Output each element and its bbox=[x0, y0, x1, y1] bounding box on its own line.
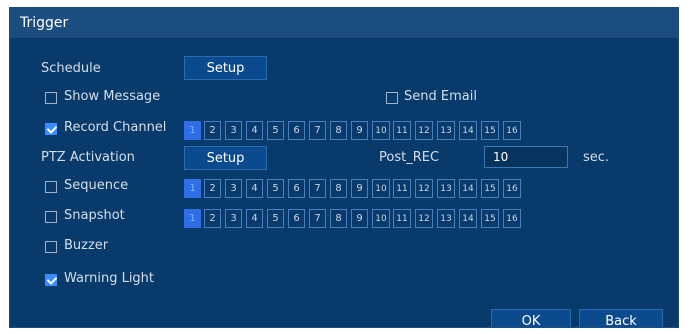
send-email-checkbox[interactable] bbox=[386, 92, 398, 104]
snapshot-channel-14[interactable]: 14 bbox=[459, 209, 477, 228]
trigger-dialog: Trigger Schedule Setup Show Message Send… bbox=[9, 7, 679, 328]
post-rec-unit: sec. bbox=[583, 150, 610, 165]
record-channel-channel-16[interactable]: 16 bbox=[503, 121, 521, 140]
title-bar: Trigger bbox=[10, 8, 678, 39]
snapshot-channel-15[interactable]: 15 bbox=[481, 209, 499, 228]
sequence-channel-9[interactable]: 9 bbox=[351, 179, 368, 198]
buzzer-checkbox[interactable] bbox=[45, 241, 57, 253]
show-message-checkbox[interactable] bbox=[45, 92, 57, 104]
record-channel-channel-12[interactable]: 12 bbox=[415, 121, 433, 140]
buzzer-label: Buzzer bbox=[64, 238, 109, 253]
back-button[interactable]: Back bbox=[579, 309, 663, 327]
schedule-label: Schedule bbox=[41, 61, 101, 76]
snapshot-channel-12[interactable]: 12 bbox=[415, 209, 433, 228]
record-channel-channel-10[interactable]: 10 bbox=[372, 121, 390, 140]
sequence-channel-2[interactable]: 2 bbox=[204, 179, 221, 198]
sequence-channel-4[interactable]: 4 bbox=[246, 179, 263, 198]
record-channel-channel-6[interactable]: 6 bbox=[288, 121, 305, 140]
ok-button[interactable]: OK bbox=[491, 309, 571, 327]
sequence-channel-7[interactable]: 7 bbox=[309, 179, 326, 198]
sequence-channel-16[interactable]: 16 bbox=[503, 179, 521, 198]
record-channel-channel-1[interactable]: 1 bbox=[184, 121, 201, 140]
warning-light-checkbox[interactable] bbox=[45, 274, 57, 286]
record-channel-channel-15[interactable]: 15 bbox=[481, 121, 499, 140]
sequence-channel-11[interactable]: 11 bbox=[393, 179, 411, 198]
ptz-activation-label: PTZ Activation bbox=[41, 150, 135, 165]
record-channel-channel-7[interactable]: 7 bbox=[309, 121, 326, 140]
record-channel-channel-13[interactable]: 13 bbox=[437, 121, 455, 140]
snapshot-channel-10[interactable]: 10 bbox=[372, 209, 390, 228]
snapshot-channel-3[interactable]: 3 bbox=[225, 209, 242, 228]
record-channel-channel-9[interactable]: 9 bbox=[351, 121, 368, 140]
snapshot-channel-13[interactable]: 13 bbox=[437, 209, 455, 228]
record-channel-channel-8[interactable]: 8 bbox=[330, 121, 347, 140]
snapshot-channel-9[interactable]: 9 bbox=[351, 209, 368, 228]
schedule-setup-button[interactable]: Setup bbox=[184, 56, 267, 80]
sequence-channel-10[interactable]: 10 bbox=[372, 179, 390, 198]
warning-light-label: Warning Light bbox=[64, 271, 155, 286]
record-channel-channel-11[interactable]: 11 bbox=[393, 121, 411, 140]
snapshot-channel-5[interactable]: 5 bbox=[267, 209, 284, 228]
sequence-channel-1[interactable]: 1 bbox=[184, 179, 201, 198]
show-message-label: Show Message bbox=[64, 89, 161, 104]
sequence-channel-15[interactable]: 15 bbox=[481, 179, 499, 198]
sequence-channel-3[interactable]: 3 bbox=[225, 179, 242, 198]
snapshot-channel-4[interactable]: 4 bbox=[246, 209, 263, 228]
record-channel-channel-5[interactable]: 5 bbox=[267, 121, 284, 140]
sequence-channel-13[interactable]: 13 bbox=[437, 179, 455, 198]
sequence-channel-8[interactable]: 8 bbox=[330, 179, 347, 198]
snapshot-channel-11[interactable]: 11 bbox=[393, 209, 411, 228]
snapshot-channel-6[interactable]: 6 bbox=[288, 209, 305, 228]
record-channel-channel-3[interactable]: 3 bbox=[225, 121, 242, 140]
sequence-channel-6[interactable]: 6 bbox=[288, 179, 305, 198]
snapshot-label: Snapshot bbox=[64, 208, 125, 223]
post-rec-input[interactable]: 10 bbox=[484, 146, 568, 168]
sequence-channel-5[interactable]: 5 bbox=[267, 179, 284, 198]
snapshot-channel-16[interactable]: 16 bbox=[503, 209, 521, 228]
record-channel-channel-14[interactable]: 14 bbox=[459, 121, 477, 140]
snapshot-channel-8[interactable]: 8 bbox=[330, 209, 347, 228]
post-rec-label: Post_REC bbox=[379, 150, 440, 165]
snapshot-channel-2[interactable]: 2 bbox=[204, 209, 221, 228]
sequence-channel-12[interactable]: 12 bbox=[415, 179, 433, 198]
snapshot-channel-1[interactable]: 1 bbox=[184, 209, 201, 228]
record-channel-channel-4[interactable]: 4 bbox=[246, 121, 263, 140]
ptz-setup-button[interactable]: Setup bbox=[184, 146, 267, 170]
snapshot-checkbox[interactable] bbox=[45, 211, 57, 223]
sequence-checkbox[interactable] bbox=[45, 181, 57, 193]
snapshot-channel-7[interactable]: 7 bbox=[309, 209, 326, 228]
record-channel-checkbox[interactable] bbox=[45, 123, 57, 135]
record-channel-label: Record Channel bbox=[64, 120, 167, 135]
record-channel-channel-2[interactable]: 2 bbox=[204, 121, 221, 140]
sequence-label: Sequence bbox=[64, 178, 129, 193]
dialog-title: Trigger bbox=[20, 15, 69, 31]
send-email-label: Send Email bbox=[404, 89, 477, 104]
sequence-channel-14[interactable]: 14 bbox=[459, 179, 477, 198]
